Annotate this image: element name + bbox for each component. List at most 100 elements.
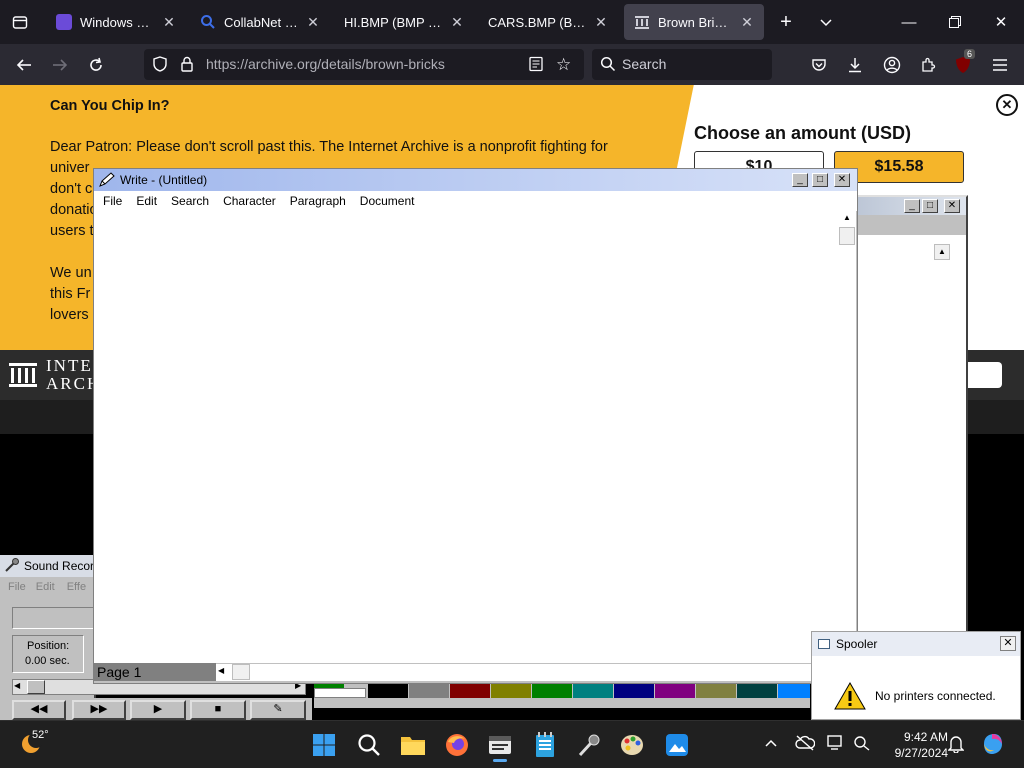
photos-icon[interactable] — [661, 729, 693, 761]
tab-windows98[interactable]: Windows 98 - Vi ✕ — [46, 4, 186, 40]
url-text[interactable]: https://archive.org/details/brown-bricks — [206, 56, 445, 72]
archive-logo-icon[interactable] — [8, 360, 38, 393]
palette-swatch[interactable] — [573, 684, 613, 698]
ublock-shield-icon[interactable]: 6 — [948, 49, 978, 80]
downloads-icon[interactable] — [840, 50, 870, 80]
scroll-thumb[interactable] — [839, 227, 855, 245]
menu-edit[interactable]: Edit — [30, 581, 61, 593]
tab-cars-bmp[interactable]: CARS.BMP (BMP Im ✕ — [478, 4, 618, 40]
spooler-window: Spooler ✕ No printers connected. — [811, 631, 1021, 720]
maximize-button[interactable]: □ — [812, 173, 828, 187]
close-tab-icon[interactable]: ✕ — [306, 14, 320, 31]
menu-file[interactable]: File — [96, 194, 129, 208]
back-arrow-icon[interactable] — [9, 50, 39, 80]
restore-window-icon[interactable] — [932, 0, 978, 44]
notification-bell-icon[interactable] — [947, 735, 965, 756]
palette-swatch[interactable] — [737, 684, 777, 698]
palette-swatch[interactable] — [409, 684, 449, 698]
lock-icon[interactable] — [180, 56, 194, 75]
paint-icon[interactable] — [617, 729, 649, 761]
reader-view-icon[interactable] — [528, 56, 544, 75]
tab-collabnet[interactable]: CollabNet SearX ✕ — [190, 4, 330, 40]
seek-start-button[interactable]: ◀◀ — [12, 700, 66, 720]
vertical-scrollbar[interactable]: ▲ — [838, 211, 856, 663]
show-hidden-icons-chevron-icon[interactable] — [764, 737, 778, 752]
url-bar[interactable]: https://archive.org/details/brown-bricks… — [144, 49, 584, 80]
weather-widget[interactable]: 52° — [18, 729, 66, 761]
menu-document[interactable]: Document — [353, 194, 422, 208]
cloud-offline-icon[interactable] — [795, 735, 816, 754]
close-button[interactable]: ✕ — [834, 173, 850, 187]
sound-recorder-window: Sound Recor File Edit Effe Position: 0.0… — [0, 555, 306, 720]
tab-list-icon[interactable] — [8, 10, 32, 34]
palette-swatch[interactable] — [491, 684, 531, 698]
extensions-icon[interactable] — [913, 50, 943, 80]
forward-arrow-icon[interactable] — [45, 50, 75, 80]
palette-swatch[interactable] — [655, 684, 695, 698]
list-tabs-chevron-icon[interactable] — [812, 8, 840, 36]
palette-swatch[interactable] — [314, 688, 366, 698]
scroll-up-button[interactable]: ▲ — [934, 244, 950, 260]
search-input[interactable]: Search — [592, 49, 772, 80]
menu-file[interactable]: File — [0, 581, 30, 593]
scroll-up-button[interactable]: ▲ — [839, 211, 855, 227]
palette-swatch[interactable] — [368, 684, 408, 698]
play-button[interactable]: ▶ — [130, 700, 186, 720]
document-area[interactable] — [94, 211, 838, 663]
menu-paragraph[interactable]: Paragraph — [283, 194, 353, 208]
waveform-display — [12, 607, 94, 629]
seek-end-button[interactable]: ▶▶ — [72, 700, 126, 720]
position-panel: Position: 0.00 sec. — [12, 635, 84, 673]
shield-icon[interactable] — [152, 56, 168, 75]
horizontal-scrollbar[interactable]: ◀ — [216, 663, 856, 681]
account-icon[interactable] — [877, 50, 907, 80]
close-window-icon[interactable]: ✕ — [978, 0, 1024, 44]
palette-swatch[interactable] — [450, 684, 490, 698]
display-icon[interactable] — [827, 735, 845, 754]
menu-effects[interactable]: Effe — [61, 581, 92, 593]
palette-swatch[interactable] — [778, 684, 810, 698]
stop-button[interactable]: ■ — [190, 700, 246, 720]
close-tab-icon[interactable]: ✕ — [740, 14, 754, 31]
archive-tab-icon — [634, 14, 650, 30]
palette-swatch[interactable] — [696, 684, 736, 698]
pocket-icon[interactable] — [804, 50, 834, 80]
close-banner-icon[interactable]: ✕ — [996, 94, 1018, 116]
maximize-button[interactable]: □ — [922, 199, 938, 213]
menu-character[interactable]: Character — [216, 194, 283, 208]
scroll-thumb[interactable] — [232, 664, 250, 680]
close-tab-icon[interactable]: ✕ — [162, 14, 176, 31]
hamburger-menu-icon[interactable] — [985, 50, 1015, 80]
slider-thumb[interactable] — [27, 680, 45, 694]
close-button[interactable]: ✕ — [1000, 636, 1016, 651]
banner-text-line: this Fr — [50, 286, 91, 302]
start-windows-icon[interactable] — [308, 729, 340, 761]
close-button[interactable]: ✕ — [944, 199, 960, 213]
search-icon[interactable] — [353, 729, 385, 761]
minimize-button[interactable]: _ — [904, 199, 920, 213]
file-explorer-icon[interactable] — [397, 729, 429, 761]
close-tab-icon[interactable]: ✕ — [450, 14, 464, 31]
reload-icon[interactable] — [81, 50, 111, 80]
bookmark-star-icon[interactable]: ☆ — [556, 55, 571, 75]
tab-hi-bmp[interactable]: HI.BMP (BMP Image ✕ — [334, 4, 474, 40]
firefox-icon[interactable] — [441, 729, 473, 761]
minimize-window-icon[interactable]: — — [886, 0, 932, 44]
tab-brown-bricks[interactable]: Brown Bricks : Fr ✕ — [624, 4, 764, 40]
scroll-left-arrow-icon[interactable]: ◀ — [218, 666, 224, 675]
palette-swatch[interactable] — [614, 684, 654, 698]
slider-left-arrow-icon[interactable]: ◀ — [14, 681, 20, 690]
palette-swatch[interactable] — [532, 684, 572, 698]
menu-search[interactable]: Search — [164, 194, 216, 208]
network-icon[interactable] — [853, 735, 871, 754]
new-tab-icon[interactable]: + — [772, 8, 800, 36]
close-tab-icon[interactable]: ✕ — [594, 14, 608, 31]
copilot-icon[interactable] — [980, 731, 1006, 760]
record-button[interactable]: ✎ — [250, 700, 306, 720]
menu-edit[interactable]: Edit — [129, 194, 164, 208]
clock[interactable]: 9:42 AM 9/27/2024 — [878, 729, 948, 761]
app-window-icon[interactable] — [484, 729, 516, 762]
notepad-icon[interactable] — [529, 729, 561, 761]
minimize-button[interactable]: _ — [792, 173, 808, 187]
sound-recorder-taskbar-icon[interactable] — [573, 729, 605, 761]
